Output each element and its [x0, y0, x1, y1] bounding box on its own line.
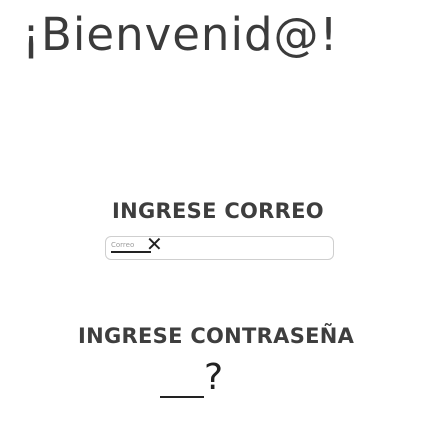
x-mark-icon: ✕ — [146, 232, 163, 256]
password-input[interactable]: ? — [160, 360, 280, 426]
email-label: INGRESE CORREO — [112, 199, 324, 223]
question-mark-icon: ? — [204, 357, 224, 398]
email-placeholder: Correo — [111, 241, 135, 249]
welcome-title: ¡Bienvenid@! — [22, 8, 339, 61]
password-label: INGRESE CONTRASEÑA — [78, 324, 355, 348]
password-sketch-underline — [160, 396, 204, 398]
email-sketch-underline — [111, 251, 151, 253]
email-input[interactable]: Correo ✕ — [105, 232, 334, 260]
